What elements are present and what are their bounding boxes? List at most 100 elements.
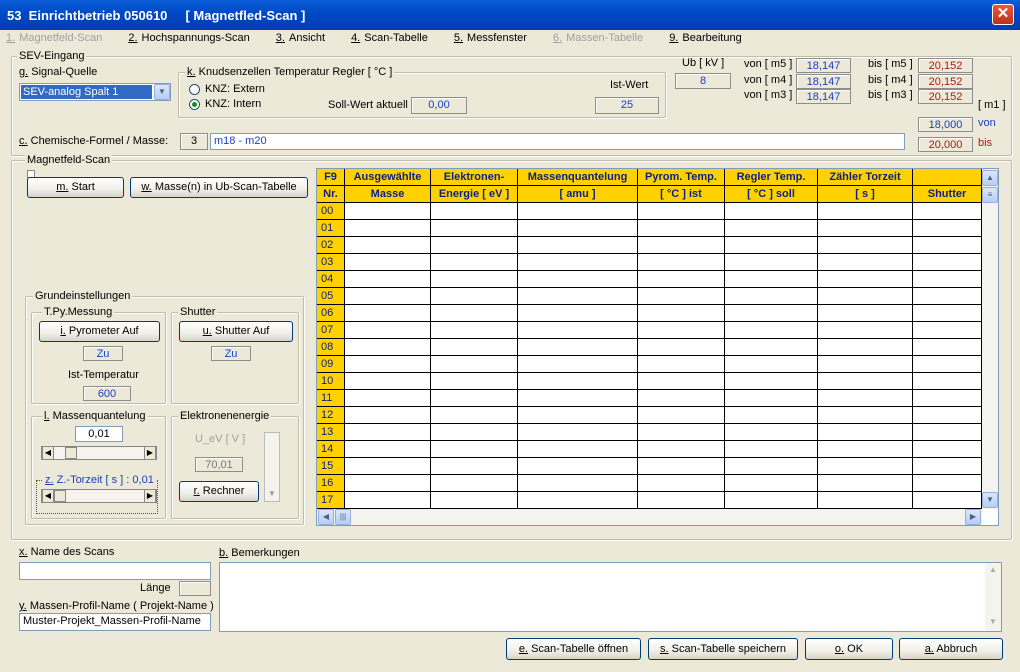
ztorzeit-slider[interactable]: ◀ ▶ — [41, 489, 157, 503]
table-cell[interactable] — [345, 373, 431, 390]
table-cell[interactable] — [518, 373, 638, 390]
elektronenenergie-scrollbar[interactable]: ▼ — [264, 432, 280, 502]
open-scan-table-button[interactable]: e. Scan-Tabelle öffnen — [506, 638, 641, 660]
menu-item-5[interactable]: 6. Massen-Tabelle — [553, 32, 656, 44]
table-cell[interactable] — [518, 237, 638, 254]
table-cell[interactable] — [431, 424, 518, 441]
table-cell[interactable] — [518, 322, 638, 339]
formel-input[interactable]: m18 - m20 — [210, 133, 905, 150]
table-cell[interactable] — [913, 492, 982, 509]
table-cell[interactable] — [818, 407, 913, 424]
table-cell[interactable] — [725, 339, 818, 356]
table-cell[interactable] — [638, 475, 725, 492]
table-cell[interactable] — [818, 390, 913, 407]
table-cell[interactable] — [638, 492, 725, 509]
table-cell[interactable] — [518, 424, 638, 441]
chevron-right-icon[interactable]: ▶ — [144, 489, 156, 503]
table-cell[interactable] — [818, 441, 913, 458]
menu-item-4[interactable]: 5. Messfenster — [454, 32, 540, 44]
table-cell[interactable] — [638, 339, 725, 356]
massenquantelung-input[interactable]: 0,01 — [75, 426, 123, 442]
table-cell[interactable] — [818, 237, 913, 254]
table-cell[interactable] — [725, 492, 818, 509]
table-cell[interactable] — [638, 305, 725, 322]
table-cell[interactable] — [518, 356, 638, 373]
slider-thumb[interactable] — [54, 490, 66, 502]
chevron-up-icon[interactable]: ▲ — [985, 565, 1001, 577]
table-cell[interactable] — [818, 339, 913, 356]
table-cell[interactable] — [638, 288, 725, 305]
table-cell[interactable] — [345, 288, 431, 305]
chevron-right-icon[interactable]: ▶ — [965, 509, 981, 525]
table-cell[interactable] — [638, 424, 725, 441]
table-cell[interactable] — [431, 203, 518, 220]
chevron-left-icon[interactable]: ◀ — [42, 446, 54, 460]
chevron-down-icon[interactable]: ▼ — [154, 84, 170, 100]
table-cell[interactable] — [725, 203, 818, 220]
table-cell[interactable] — [431, 322, 518, 339]
bemerkungen-scrollbar[interactable]: ▲ ▼ — [985, 563, 1001, 631]
table-cell[interactable] — [638, 203, 725, 220]
table-cell[interactable] — [518, 458, 638, 475]
table-cell[interactable] — [345, 441, 431, 458]
table-cell[interactable] — [913, 288, 982, 305]
table-cell[interactable] — [518, 492, 638, 509]
table-cell[interactable] — [345, 356, 431, 373]
table-cell[interactable] — [345, 220, 431, 237]
table-cell[interactable] — [818, 322, 913, 339]
table-cell[interactable] — [638, 271, 725, 288]
table-cell[interactable] — [818, 203, 913, 220]
table-cell[interactable] — [638, 237, 725, 254]
signal-quelle-select[interactable]: SEV-analog Spalt 1 ▼ — [19, 83, 171, 101]
table-cell[interactable] — [725, 458, 818, 475]
chevron-down-icon[interactable]: ▼ — [982, 492, 998, 508]
table-cell[interactable] — [913, 237, 982, 254]
table-cell[interactable] — [638, 373, 725, 390]
table-cell[interactable] — [913, 373, 982, 390]
table-cell[interactable] — [818, 305, 913, 322]
table-cell[interactable] — [431, 407, 518, 424]
chevron-down-icon[interactable]: ▼ — [985, 617, 1001, 629]
massenquantelung-slider[interactable]: ◀ ▶ — [41, 446, 157, 460]
table-cell[interactable] — [431, 305, 518, 322]
table-cell[interactable] — [431, 254, 518, 271]
profil-input[interactable]: Muster-Projekt_Massen-Profil-Name — [19, 613, 211, 631]
table-cell[interactable] — [818, 271, 913, 288]
table-cell[interactable] — [518, 390, 638, 407]
table-cell[interactable] — [638, 407, 725, 424]
table-cell[interactable] — [725, 475, 818, 492]
chevron-up-icon[interactable]: ▲ — [982, 170, 998, 186]
table-cell[interactable] — [345, 254, 431, 271]
abort-button[interactable]: a. Abbruch — [899, 638, 1003, 660]
table-cell[interactable] — [431, 373, 518, 390]
menu-item-1[interactable]: 2. Hochspannungs-Scan — [128, 32, 262, 44]
table-cell[interactable] — [725, 271, 818, 288]
table-cell[interactable] — [913, 322, 982, 339]
knz-intern-radio[interactable] — [189, 99, 200, 110]
table-cell[interactable] — [431, 390, 518, 407]
table-cell[interactable] — [518, 305, 638, 322]
table-cell[interactable] — [913, 339, 982, 356]
table-cell[interactable] — [345, 407, 431, 424]
table-cell[interactable] — [913, 424, 982, 441]
table-cell[interactable] — [638, 458, 725, 475]
table-cell[interactable] — [345, 492, 431, 509]
scroll-thumb[interactable]: ≡ — [982, 187, 998, 203]
table-cell[interactable] — [431, 492, 518, 509]
table-cell[interactable] — [725, 356, 818, 373]
table-cell[interactable] — [913, 458, 982, 475]
table-cell[interactable] — [431, 441, 518, 458]
save-scan-table-button[interactable]: s. Scan-Tabelle speichern — [648, 638, 798, 660]
knz-extern-radio[interactable] — [189, 84, 200, 95]
menu-item-6[interactable]: 9. Bearbeitung — [669, 32, 755, 44]
start-button[interactable]: m. Start — [27, 177, 124, 198]
table-cell[interactable] — [345, 203, 431, 220]
menu-item-2[interactable]: 3. Ansicht — [276, 32, 338, 44]
table-cell[interactable] — [818, 254, 913, 271]
table-cell[interactable] — [518, 288, 638, 305]
table-cell[interactable] — [818, 356, 913, 373]
table-cell[interactable] — [518, 203, 638, 220]
scroll-thumb[interactable]: ||| — [335, 509, 351, 525]
table-cell[interactable] — [913, 390, 982, 407]
table-cell[interactable] — [345, 424, 431, 441]
